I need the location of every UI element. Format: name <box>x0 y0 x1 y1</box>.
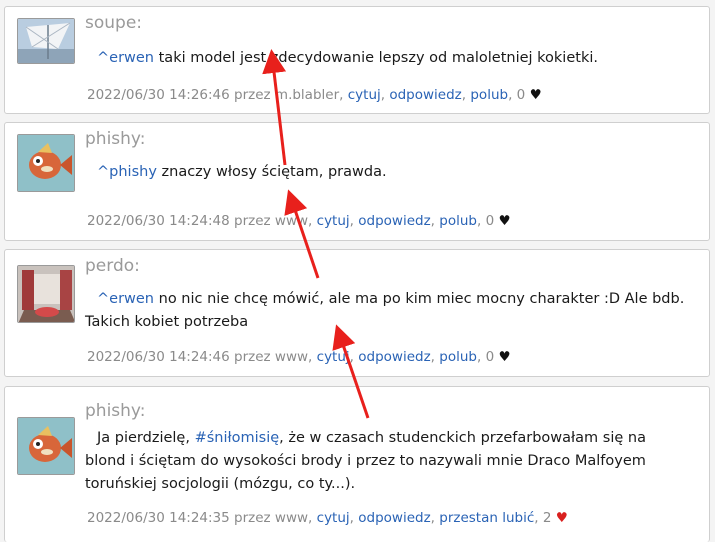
like-count: 0 <box>516 87 526 103</box>
heart-icon: ♥ <box>498 213 511 229</box>
heart-icon: ♥ <box>529 87 542 103</box>
post-author[interactable]: perdo: <box>85 256 140 276</box>
post-source: przez www, <box>234 349 313 365</box>
avatar-perdo[interactable] <box>17 265 75 323</box>
post-meta: 2022/06/30 14:24:35 przez www, cytuj, od… <box>87 510 568 526</box>
post-source: przez www, <box>234 510 313 526</box>
heart-icon: ♥ <box>498 349 511 365</box>
post-content: ^phishy znaczy włosy ściętam, prawda. <box>85 161 687 184</box>
cite-link[interactable]: cytuj <box>317 213 350 229</box>
like-count: 0 <box>485 349 495 365</box>
post-item: phishy: Ja pierdzielę, #śniłomisię, że w… <box>4 386 710 542</box>
avatar-soupe[interactable] <box>17 18 75 64</box>
post-timestamp: 2022/06/30 14:24:46 <box>87 349 230 365</box>
post-text: znaczy włosy ściętam, prawda. <box>156 164 387 180</box>
post-author[interactable]: soupe: <box>85 13 142 33</box>
post-timestamp: 2022/06/30 14:24:48 <box>87 213 230 229</box>
like-count: 2 <box>542 510 552 526</box>
like-link[interactable]: polub <box>470 87 508 103</box>
post-meta: 2022/06/30 14:26:46 przez m.blabler, cyt… <box>87 87 542 103</box>
post-meta: 2022/06/30 14:24:48 przez www, cytuj, od… <box>87 213 511 229</box>
heart-icon: ♥ <box>555 510 568 526</box>
hashtag-link[interactable]: #śniłomisię <box>195 430 280 446</box>
post-item: phishy: ^phishy znaczy włosy ściętam, pr… <box>4 122 710 241</box>
post-author[interactable]: phishy: <box>85 129 145 149</box>
reply-link[interactable]: odpowiedz <box>358 213 430 229</box>
unlike-link[interactable]: przestan lubić <box>439 510 534 526</box>
mention-link[interactable]: ^erwen <box>97 291 154 307</box>
reply-link[interactable]: odpowiedz <box>389 87 461 103</box>
reply-link[interactable]: odpowiedz <box>358 349 430 365</box>
post-text: no nic nie chcę mówić, ale ma po kim mie… <box>85 291 685 330</box>
post-text-before: Ja pierdzielę, <box>97 430 195 446</box>
post-meta: 2022/06/30 14:24:46 przez www, cytuj, od… <box>87 349 511 365</box>
cite-link[interactable]: cytuj <box>317 510 350 526</box>
avatar-phishy[interactable] <box>17 417 75 475</box>
mention-link[interactable]: ^phishy <box>97 164 157 180</box>
cite-link[interactable]: cytuj <box>348 87 381 103</box>
post-content: Ja pierdzielę, #śniłomisię, że w czasach… <box>85 427 687 496</box>
avatar-phishy[interactable] <box>17 134 75 192</box>
cite-link[interactable]: cytuj <box>317 349 350 365</box>
post-content: ^erwen no nic nie chcę mówić, ale ma po … <box>85 288 687 334</box>
reply-link[interactable]: odpowiedz <box>358 510 430 526</box>
post-timestamp: 2022/06/30 14:26:46 <box>87 87 230 103</box>
post-item: soupe: ^erwen taki model jest zdecydowan… <box>4 6 710 114</box>
like-link[interactable]: polub <box>439 349 477 365</box>
post-author[interactable]: phishy: <box>85 401 145 421</box>
like-count: 0 <box>485 213 495 229</box>
post-source: przez m.blabler, <box>234 87 344 103</box>
post-item: perdo: ^erwen no nic nie chcę mówić, ale… <box>4 249 710 377</box>
post-source: przez www, <box>234 213 313 229</box>
mention-link[interactable]: ^erwen <box>97 50 154 66</box>
post-timestamp: 2022/06/30 14:24:35 <box>87 510 230 526</box>
post-content: ^erwen taki model jest zdecydowanie leps… <box>85 47 687 70</box>
post-text: taki model jest zdecydowanie lepszy od m… <box>154 50 598 66</box>
like-link[interactable]: polub <box>439 213 477 229</box>
